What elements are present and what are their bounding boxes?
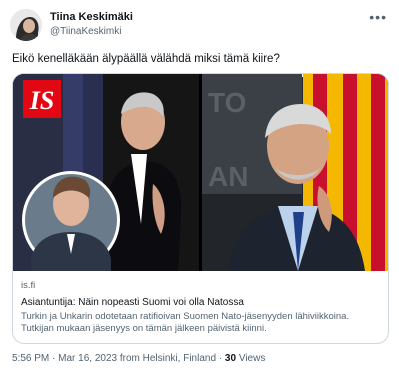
is-logo-text: IS xyxy=(29,86,55,115)
avatar-image xyxy=(10,9,42,41)
card-image[interactable]: TO AN IS xyxy=(13,74,388,271)
meta-separator: · xyxy=(52,353,56,364)
svg-text:AN: AN xyxy=(208,161,248,192)
views-count: 30 xyxy=(224,353,237,364)
card-title: Asiantuntija: Näin nopeasti Suomi voi ol… xyxy=(21,297,244,308)
card-photo: TO AN IS xyxy=(13,74,388,271)
tweet-meta: 5:56 PM · Mar 16, 2023 from Helsinki, Fi… xyxy=(12,353,265,364)
svg-text:TO: TO xyxy=(208,87,246,118)
author-name[interactable]: Tiina Keskimäki xyxy=(50,11,133,23)
tweet-date: Mar 16, 2023 from Helsinki, Finland xyxy=(58,353,217,364)
more-options-icon[interactable]: ••• xyxy=(369,9,387,25)
card-domain: is.fi xyxy=(21,280,36,291)
card-description: Turkin ja Unkarin odotetaan ratifioivan … xyxy=(21,311,350,334)
tweet: Tiina Keskimäki @TiinaKeskimki ••• Eikö … xyxy=(0,0,399,378)
avatar[interactable] xyxy=(10,9,42,41)
tweet-time[interactable]: 5:56 PM xyxy=(12,353,49,364)
author-handle[interactable]: @TiinaKeskimki xyxy=(50,26,121,37)
link-card[interactable]: TO AN IS is.fi Asiantuntija: Näin nopeas… xyxy=(12,73,389,344)
meta-separator: · xyxy=(218,353,223,364)
tweet-text: Eikö kenelläkään älypäällä välähdä miksi… xyxy=(12,53,280,65)
card-text: is.fi Asiantuntija: Näin nopeasti Suomi … xyxy=(21,280,382,335)
views-label: Views xyxy=(238,353,266,364)
